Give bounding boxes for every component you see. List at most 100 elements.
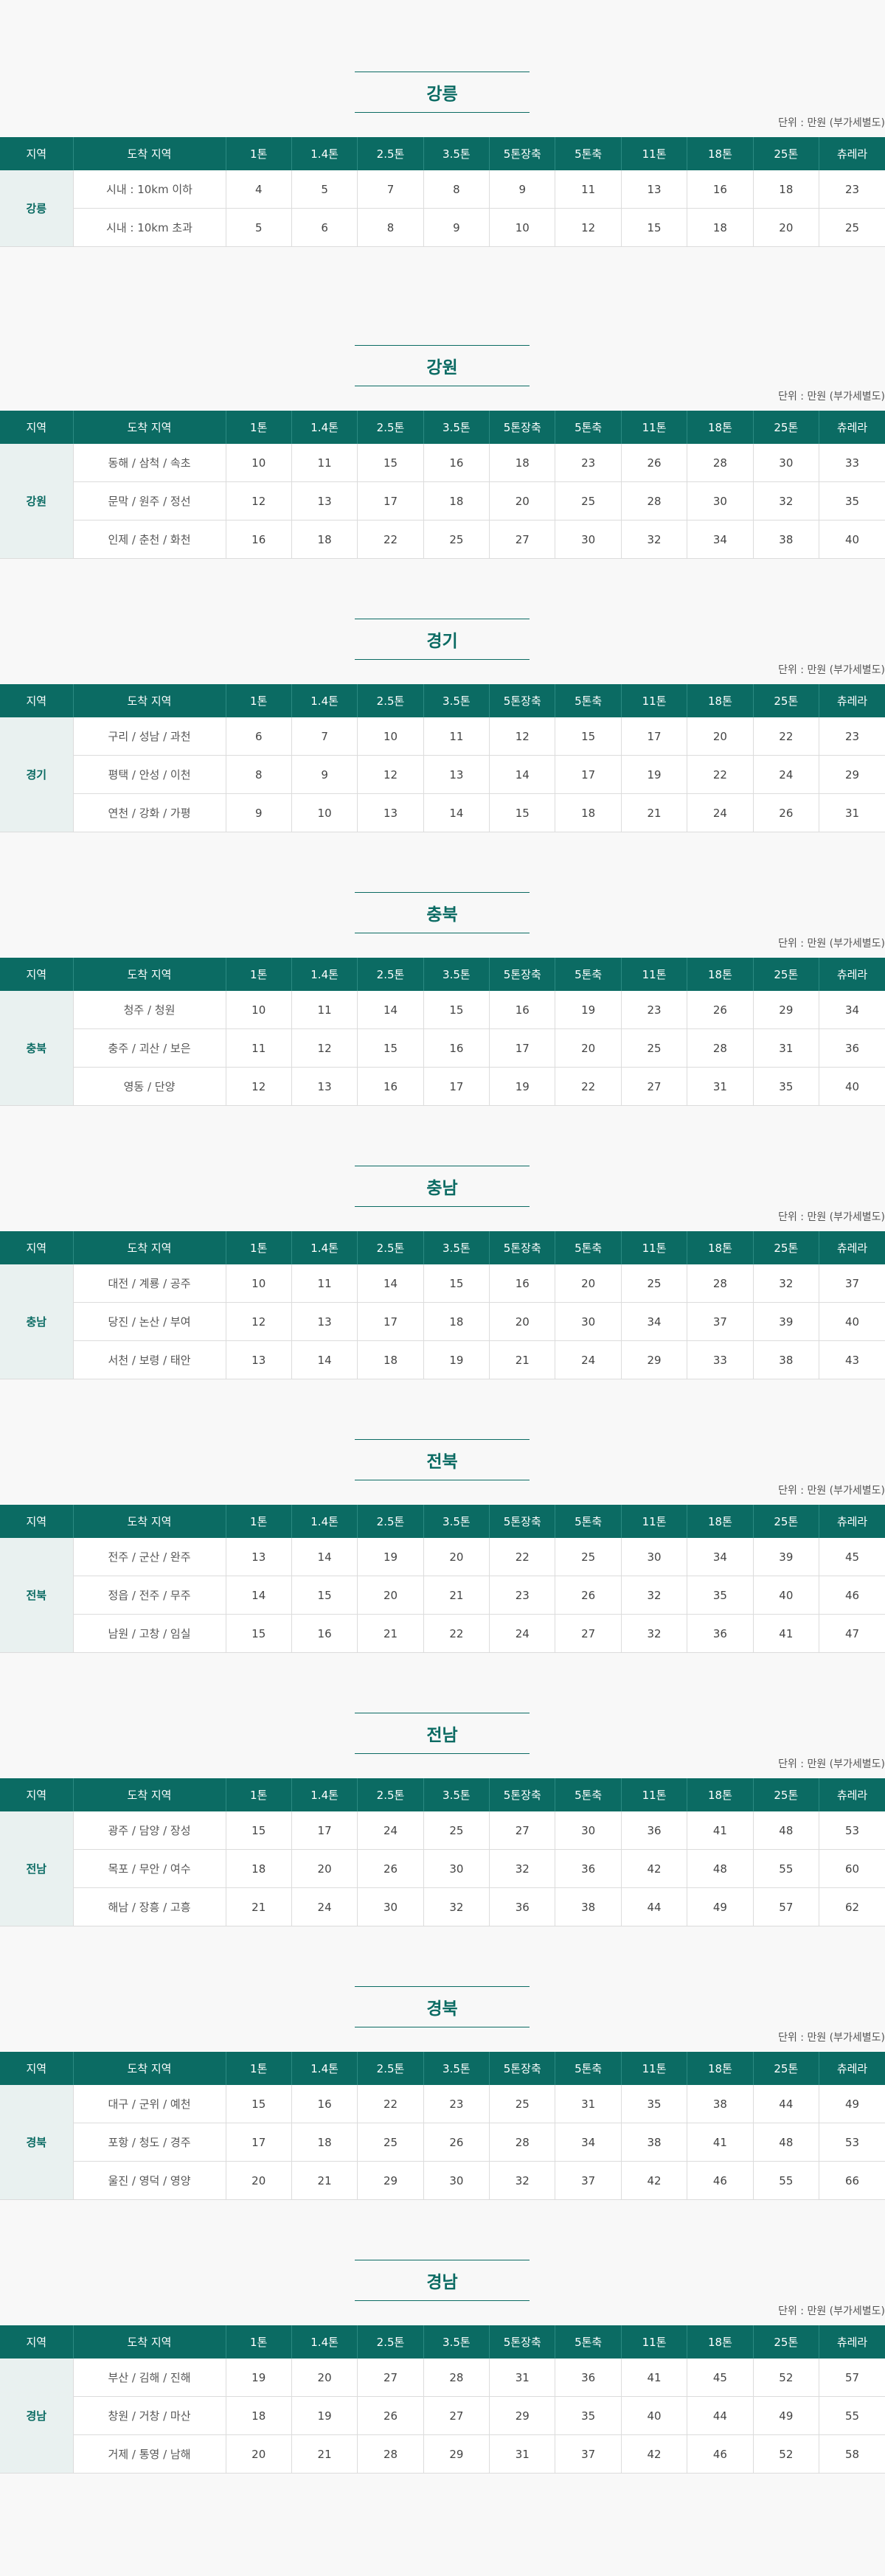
table-header-row: 지역 도착 지역 1톤 1.4톤 2.5톤 3.5톤 5톤장축 5톤축 11톤 18톤 25톤 츄레라 <box>0 1231 885 1264</box>
table-row: 경기 구리 / 성남 / 과천 6 7 10 11 12 15 17 20 22 23 <box>0 717 885 832</box>
price-cell: 18 <box>753 170 820 209</box>
price-cell: 28 <box>489 2123 556 2162</box>
column-header: 11톤 <box>621 2052 688 2085</box>
column-header: 3.5톤 <box>423 2325 490 2359</box>
price-cell: 52 <box>753 2434 820 2474</box>
price-cell: 35 <box>687 1576 754 1615</box>
column-header: 1.4톤 <box>291 411 358 444</box>
column-header: 도착 지역 <box>73 684 226 717</box>
column-header: 1톤 <box>226 137 292 170</box>
table-header-row: 지역 도착 지역 1톤 1.4톤 2.5톤 3.5톤 5톤장축 5톤축 11톤 18톤 25톤 츄레라 <box>0 411 885 444</box>
price-cell: 19 <box>621 755 688 794</box>
price-cell: 33 <box>819 444 885 482</box>
destination-cell: 구리 / 성남 / 과천 <box>73 717 226 756</box>
destination-cell: 대전 / 계룡 / 공주 <box>73 1264 226 1303</box>
destination-cell: 대구 / 군위 / 예천 <box>73 2085 226 2123</box>
destination-cell: 창원 / 거창 / 마산 <box>73 2396 226 2435</box>
column-header: 18톤 <box>687 137 754 170</box>
price-cell: 31 <box>489 2359 556 2397</box>
destination-cell: 시내 : 10km 초과 <box>73 208 226 247</box>
unit-note: 단위 : 만원 (부가세별도) <box>778 391 885 403</box>
column-header: 1톤 <box>226 2325 292 2359</box>
price-cell: 23 <box>819 170 885 209</box>
price-cell: 42 <box>621 1849 688 1888</box>
column-header: 3.5톤 <box>423 2052 490 2085</box>
price-cell: 36 <box>555 1849 622 1888</box>
column-header: 츄레라 <box>819 411 885 444</box>
column-header: 11톤 <box>621 411 688 444</box>
price-cell: 27 <box>423 2396 490 2435</box>
column-header: 지역 <box>0 1778 74 1811</box>
destination-cell: 동해 / 삼척 / 속초 <box>73 444 226 482</box>
price-cell: 18 <box>291 2123 358 2162</box>
price-cell: 12 <box>226 1302 292 1341</box>
column-header: 25톤 <box>753 411 820 444</box>
destination-cell: 거제 / 통영 / 남해 <box>73 2434 226 2474</box>
price-cell: 35 <box>819 481 885 521</box>
column-header: 5톤축 <box>555 2325 622 2359</box>
region-section: 경기 단위 : 만원 (부가세별도) 지역 도착 지역 1톤 1.4톤 2.5톤 3.5톤 5톤… <box>0 547 885 832</box>
price-cell: 38 <box>687 2085 754 2123</box>
column-header: 1톤 <box>226 1231 292 1264</box>
price-cell: 32 <box>621 1576 688 1615</box>
column-header: 1.4톤 <box>291 2052 358 2085</box>
destination-cell: 전주 / 군산 / 완주 <box>73 1538 226 1576</box>
column-header: 지역 <box>0 684 74 717</box>
price-cell: 7 <box>291 717 358 756</box>
price-cell: 20 <box>291 2359 358 2397</box>
price-cell: 23 <box>819 717 885 756</box>
table-header-row: 지역 도착 지역 1톤 1.4톤 2.5톤 3.5톤 5톤장축 5톤축 11톤 18톤 25톤 츄레라 <box>0 2052 885 2085</box>
column-header: 25톤 <box>753 137 820 170</box>
price-cell: 39 <box>753 1538 820 1576</box>
table-header-row: 지역 도착 지역 1톤 1.4톤 2.5톤 3.5톤 5톤장축 5톤축 11톤 18톤 25톤 츄레라 <box>0 1505 885 1538</box>
column-header: 1톤 <box>226 2052 292 2085</box>
table-row: 당진 / 논산 / 부여 12 13 17 18 20 30 34 37 39 40 <box>0 1302 885 1341</box>
region-cell: 충남 <box>0 1264 74 1379</box>
price-cell: 20 <box>489 1302 556 1341</box>
region-section: 전북 단위 : 만원 (부가세별도) 지역 도착 지역 1톤 1.4톤 2.5톤 3.5톤 5톤… <box>0 1368 885 1653</box>
price-cell: 12 <box>291 1028 358 1068</box>
price-cell: 34 <box>819 991 885 1029</box>
table-row: 경북 대구 / 군위 / 예천 15 16 22 23 25 31 35 38 44 49 <box>0 2085 885 2200</box>
column-header: 5톤축 <box>555 1231 622 1264</box>
price-cell: 17 <box>357 1302 424 1341</box>
price-cell: 10 <box>489 208 556 247</box>
column-header: 지역 <box>0 958 74 991</box>
column-header: 5톤축 <box>555 684 622 717</box>
unit-note: 단위 : 만원 (부가세별도) <box>778 2032 885 2044</box>
column-header: 지역 <box>0 411 74 444</box>
price-cell: 19 <box>226 2359 292 2397</box>
price-cell: 13 <box>291 1302 358 1341</box>
column-header: 1.4톤 <box>291 2325 358 2359</box>
price-cell: 11 <box>291 1264 358 1303</box>
column-header: 도착 지역 <box>73 1505 226 1538</box>
price-cell: 19 <box>291 2396 358 2435</box>
column-header: 25톤 <box>753 2052 820 2085</box>
price-cell: 12 <box>489 717 556 756</box>
price-cell: 34 <box>687 1538 754 1576</box>
column-header: 5톤장축 <box>489 2052 556 2085</box>
price-cell: 18 <box>226 2396 292 2435</box>
column-header: 1톤 <box>226 411 292 444</box>
column-header: 18톤 <box>687 2052 754 2085</box>
price-cell: 14 <box>291 1538 358 1576</box>
region-section: 강릉 단위 : 만원 (부가세별도) 지역 도착 지역 1톤 1.4톤 2.5톤 3.5톤 5톤… <box>0 0 885 274</box>
column-header: 25톤 <box>753 1505 820 1538</box>
price-cell: 35 <box>621 2085 688 2123</box>
section-title-box: 경북 <box>355 1986 530 2027</box>
price-cell: 16 <box>489 991 556 1029</box>
price-cell: 49 <box>753 2396 820 2435</box>
price-cell: 10 <box>226 991 292 1029</box>
price-cell: 9 <box>423 208 490 247</box>
price-cell: 4 <box>226 170 292 209</box>
price-cell: 28 <box>687 444 754 482</box>
column-header: 츄레라 <box>819 1231 885 1264</box>
section-title-box: 전남 <box>355 1713 530 1754</box>
price-cell: 25 <box>819 208 885 247</box>
price-cell: 41 <box>687 1811 754 1850</box>
rate-table: 지역 도착 지역 1톤 1.4톤 2.5톤 3.5톤 5톤장축 5톤축 11톤 18톤 25톤 츄레라… <box>0 2052 885 2200</box>
destination-cell: 포항 / 청도 / 경주 <box>73 2123 226 2162</box>
section-title-box: 강릉 <box>355 72 530 113</box>
price-cell: 37 <box>687 1302 754 1341</box>
column-header: 18톤 <box>687 684 754 717</box>
